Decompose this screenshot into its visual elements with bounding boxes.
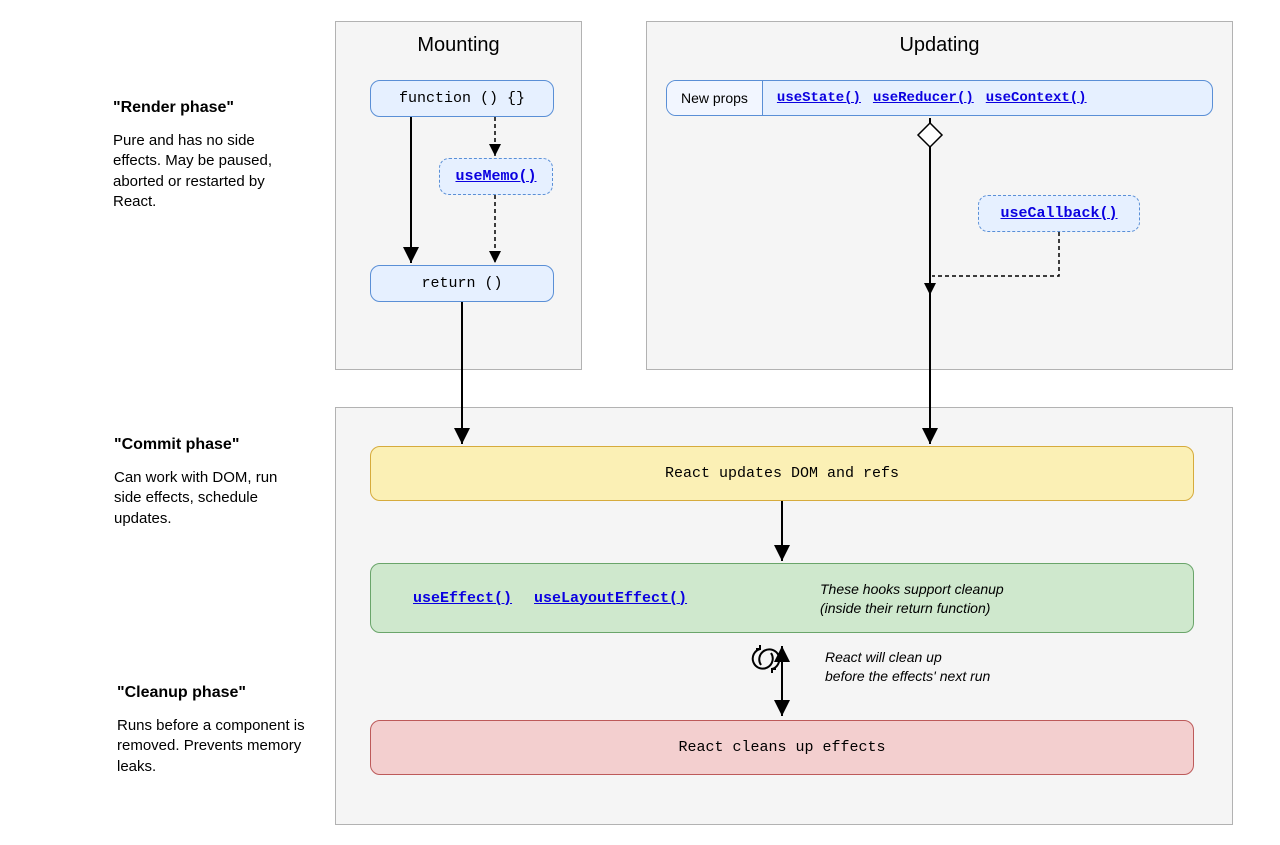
usecontext-link[interactable]: useContext() — [986, 90, 1087, 106]
commit-phase-desc: Can work with DOM, run side effects, sch… — [114, 468, 304, 529]
before-next-note-l2: before the effects' next run — [825, 667, 990, 686]
usestate-link[interactable]: useState() — [777, 90, 861, 106]
cleanup-support-note-l1: These hooks support cleanup — [820, 580, 1004, 599]
new-props-label: New props — [667, 81, 763, 115]
render-phase-desc: Pure and has no side effects. May be pau… — [113, 131, 303, 212]
effects-node: useEffect() useLayoutEffect() — [370, 563, 1194, 633]
updating-title: Updating — [647, 34, 1232, 57]
useeffect-link[interactable]: useEffect() — [413, 590, 512, 607]
render-phase-label: "Render phase" Pure and has no side effe… — [113, 99, 303, 212]
usememo-node[interactable]: useMemo() — [439, 158, 553, 195]
mounting-title: Mounting — [336, 34, 581, 57]
before-next-note: React will clean up before the effects' … — [825, 648, 990, 686]
commit-phase-title: "Commit phase" — [114, 436, 304, 454]
render-phase-title: "Render phase" — [113, 99, 303, 117]
cleanup-phase-label: "Cleanup phase" Runs before a component … — [117, 684, 307, 777]
mounting-panel: Mounting — [335, 21, 582, 370]
dom-update-node: React updates DOM and refs — [370, 446, 1194, 501]
cleanup-phase-title: "Cleanup phase" — [117, 684, 307, 702]
return-node: return () — [370, 265, 554, 302]
usememo-link[interactable]: useMemo() — [455, 168, 536, 185]
uselayouteffect-link[interactable]: useLayoutEffect() — [534, 590, 687, 607]
cleanup-support-note: These hooks support cleanup (inside thei… — [820, 580, 1004, 618]
usecallback-link[interactable]: useCallback() — [1000, 205, 1117, 222]
function-node: function () {} — [370, 80, 554, 117]
dom-update-label: React updates DOM and refs — [665, 465, 899, 482]
usecallback-node[interactable]: useCallback() — [978, 195, 1140, 232]
cleanup-node: React cleans up effects — [370, 720, 1194, 775]
return-node-label: return () — [421, 275, 502, 292]
before-next-note-l1: React will clean up — [825, 648, 990, 667]
commit-phase-label: "Commit phase" Can work with DOM, run si… — [114, 436, 304, 529]
cleanup-phase-desc: Runs before a component is removed. Prev… — [117, 716, 307, 777]
usereducer-link[interactable]: useReducer() — [873, 90, 974, 106]
update-triggers-node: New props useState() useReducer() useCon… — [666, 80, 1213, 116]
function-node-label: function () {} — [399, 90, 525, 107]
updating-panel: Updating — [646, 21, 1233, 370]
cleanup-label: React cleans up effects — [678, 739, 885, 756]
update-hooks-group: useState() useReducer() useContext() — [763, 81, 1101, 115]
cleanup-support-note-l2: (inside their return function) — [820, 599, 1004, 618]
